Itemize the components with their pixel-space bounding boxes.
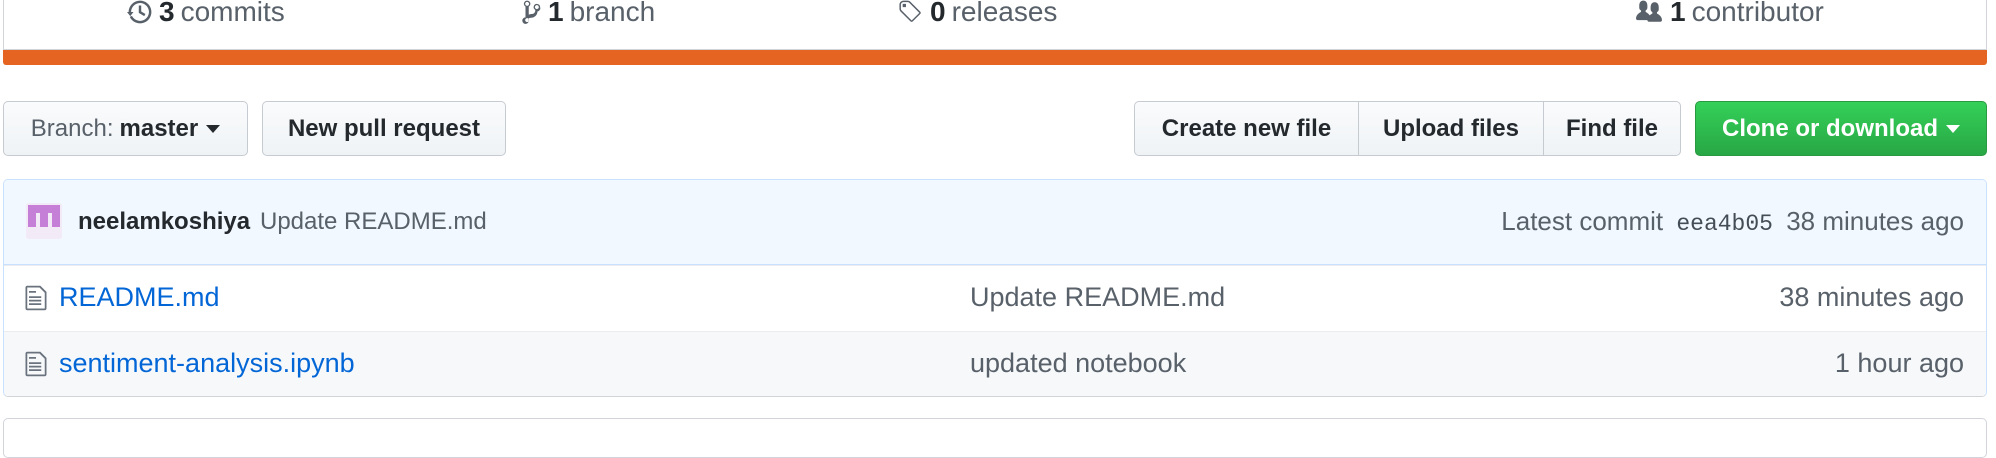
chevron-down-icon	[1946, 124, 1960, 133]
clone-or-download-button[interactable]: Clone or download	[1695, 101, 1987, 156]
new-pull-request-label: New pull request	[287, 114, 481, 142]
commits-label: commits	[180, 0, 285, 27]
table-row: README.md Update README.md 38 minutes ag…	[4, 265, 1986, 331]
create-new-file-label: Create new file	[1161, 114, 1332, 142]
commit-meta: Latest commit eea4b05 38 minutes ago	[1501, 206, 1964, 237]
new-pull-request-button[interactable]: New pull request	[262, 101, 506, 156]
file-commit-message-link[interactable]: updated notebook	[970, 348, 1186, 379]
branches-link[interactable]: 1 branch	[522, 0, 655, 30]
commits-count: 3	[159, 0, 175, 27]
identicon-icon	[26, 203, 62, 239]
git-branch-icon	[522, 0, 541, 24]
branch-prefix: Branch:	[30, 114, 114, 142]
latest-commit-prefix: Latest commit	[1501, 206, 1664, 236]
upload-files-button[interactable]: Upload files	[1358, 101, 1544, 156]
contributors-label: contributor	[1691, 0, 1824, 27]
readme-box	[3, 418, 1987, 458]
table-row: sentiment-analysis.ipynb updated noteboo…	[4, 331, 1986, 396]
file-icon	[25, 351, 47, 377]
releases-count: 0	[930, 0, 946, 27]
latest-commit-bar: neelamkoshiya Update README.md Latest co…	[4, 180, 1986, 265]
repo-summary-bar: 3 commits 1 branch 0 releases 1 contribu…	[3, 0, 1987, 50]
commit-sha-link[interactable]: eea4b05	[1676, 211, 1773, 237]
branches-count: 1	[548, 0, 564, 27]
branch-name: master	[119, 114, 199, 142]
create-new-file-button[interactable]: Create new file	[1134, 101, 1359, 156]
tag-icon	[899, 0, 921, 22]
file-age: 1 hour ago	[1834, 348, 1964, 378]
find-file-button[interactable]: Find file	[1543, 101, 1681, 156]
branches-label: branch	[569, 0, 656, 27]
commit-age: 38 minutes ago	[1786, 206, 1964, 236]
branch-select-button[interactable]: Branch: master	[3, 101, 248, 156]
people-icon	[1636, 0, 1662, 22]
clone-or-download-label: Clone or download	[1722, 114, 1938, 142]
contributors-count: 1	[1670, 0, 1686, 27]
file-icon	[25, 285, 47, 311]
upload-files-label: Upload files	[1382, 114, 1520, 142]
chevron-down-icon	[206, 124, 221, 133]
file-table: neelamkoshiya Update README.md Latest co…	[3, 179, 1987, 397]
file-name-link[interactable]: README.md	[59, 282, 220, 313]
find-file-label: Find file	[1566, 114, 1658, 142]
releases-link[interactable]: 0 releases	[896, 0, 1057, 30]
file-name-link[interactable]: sentiment-analysis.ipynb	[59, 348, 355, 379]
commits-link[interactable]: 3 commits	[127, 0, 285, 30]
contributors-link[interactable]: 1 contributor	[1634, 0, 1824, 30]
avatar[interactable]	[26, 203, 62, 239]
history-icon	[127, 0, 152, 24]
file-commit-message-link[interactable]: Update README.md	[970, 282, 1225, 313]
commit-author-link[interactable]: neelamkoshiya	[78, 208, 250, 236]
language-bar[interactable]	[3, 50, 1987, 65]
commit-message-link[interactable]: Update README.md	[260, 208, 487, 236]
file-age: 38 minutes ago	[1779, 282, 1964, 312]
file-actions-group: Create new file Upload files Find file	[1134, 101, 1681, 156]
releases-label: releases	[951, 0, 1058, 27]
